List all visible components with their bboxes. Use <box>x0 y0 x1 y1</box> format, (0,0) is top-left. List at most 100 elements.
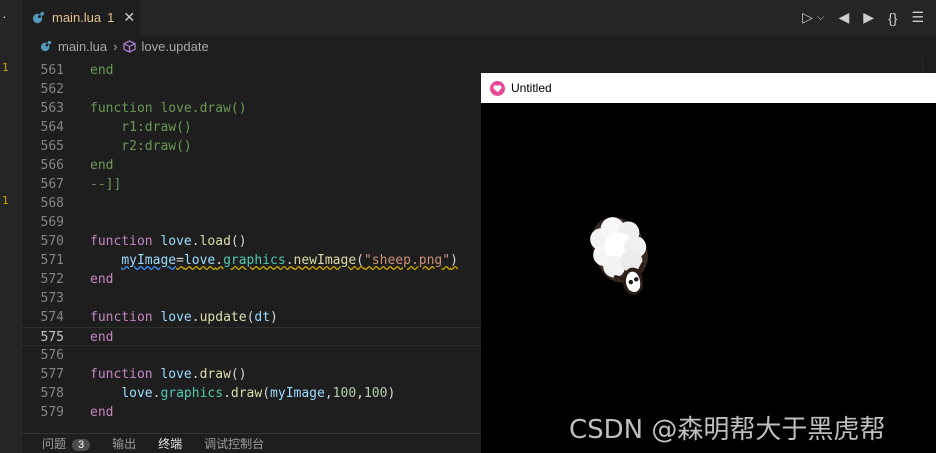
code-token: ) <box>387 386 396 401</box>
code-token: end <box>90 158 114 173</box>
code-text: end <box>90 270 113 289</box>
code-text: function love.update(dt) <box>90 308 278 327</box>
next-change-icon[interactable]: ▶ <box>863 9 874 26</box>
code-token: function <box>90 234 153 249</box>
panel-tab[interactable]: 终端 <box>158 435 182 452</box>
breadcrumb-file[interactable]: main.lua <box>58 39 107 54</box>
close-icon[interactable]: ✕ <box>123 9 135 26</box>
code-token: () <box>230 367 247 382</box>
csdn-watermark: CSDN @森明帮大于黑虎帮 <box>569 415 886 445</box>
code-token: end <box>90 330 114 345</box>
menu-dot[interactable]: · <box>2 8 7 24</box>
line-number: 567 <box>40 177 64 192</box>
love-window[interactable]: Untitled CSDN @森明帮大于黑虎帮 <box>481 73 936 453</box>
problem-marker[interactable]: 1 <box>2 61 9 74</box>
sheep-sprite <box>590 217 648 296</box>
code-token: load <box>199 234 231 249</box>
code-token: ( <box>356 253 364 268</box>
code-token: . <box>191 310 200 325</box>
line-number: 576 <box>40 348 64 363</box>
code-token: ( <box>262 386 271 401</box>
code-token: function <box>90 310 153 325</box>
line-number: 564 <box>40 120 64 135</box>
code-text: r1:draw() <box>90 118 192 137</box>
line-number: 568 <box>40 196 64 211</box>
code-token: newImage <box>293 253 357 268</box>
code-token: love <box>183 253 216 268</box>
code-token: ) <box>270 310 278 325</box>
line-number: 561 <box>40 63 64 78</box>
panel-tab[interactable]: 输出 <box>112 435 136 452</box>
tab-bar: main.lua 1 ✕ ▷ ⌵ ◀ ▶ {} ☰ <box>22 0 936 35</box>
code-token: graphics <box>223 253 286 268</box>
code-token: ) <box>450 253 458 268</box>
chevron-right-icon: › <box>113 38 118 54</box>
code-token: myImage <box>270 386 325 401</box>
panel-tab-label: 问题 <box>42 437 67 451</box>
line-number: 577 <box>40 367 64 382</box>
code-token: end <box>90 405 114 420</box>
code-token: love <box>121 386 153 401</box>
code-token: . <box>215 253 224 268</box>
tab-label: main.lua <box>52 10 102 25</box>
line-number: 578 <box>40 386 64 401</box>
problem-count-badge: 3 <box>72 439 91 451</box>
line-number: 579 <box>40 405 64 420</box>
panel-tab[interactable]: 调试控制台 <box>204 435 264 452</box>
code-token: update <box>199 310 247 325</box>
code-text: myImage=love.graphics.newImage("sheep.pn… <box>90 251 458 270</box>
code-token: = <box>176 253 184 268</box>
run-icon[interactable]: ▷ <box>802 9 813 26</box>
window-title: Untitled <box>511 81 552 95</box>
code-token: --]] <box>90 177 122 192</box>
love-heart-icon <box>490 80 505 96</box>
braces-icon[interactable]: {} <box>888 10 897 26</box>
code-text: end <box>90 156 113 175</box>
code-text: function love.draw() <box>90 99 247 118</box>
lua-file-icon <box>32 11 45 24</box>
tab-main-lua[interactable]: main.lua 1 ✕ <box>22 0 140 35</box>
panel-tab[interactable]: 问题 3 <box>42 435 91 452</box>
code-token: r1:draw() <box>90 120 192 135</box>
panel-tab-label: 终端 <box>158 437 183 451</box>
line-number: 563 <box>40 101 64 116</box>
lua-file-icon <box>40 40 52 52</box>
code-token: dt <box>254 310 271 325</box>
line-number: 562 <box>40 82 64 97</box>
problem-marker[interactable]: 1 <box>2 194 9 207</box>
line-number: 573 <box>40 291 64 306</box>
chevron-down-icon[interactable]: ⌵ <box>817 12 825 23</box>
game-canvas[interactable]: CSDN @森明帮大于黑虎帮 <box>481 103 936 453</box>
line-number: 574 <box>40 310 64 325</box>
activity-bar: · 1 1 <box>0 0 22 453</box>
previous-change-icon[interactable]: ◀ <box>839 9 850 26</box>
panel-tab-label: 调试控制台 <box>204 437 265 451</box>
code-text: end <box>90 403 113 422</box>
code-token: () <box>230 234 247 249</box>
breadcrumb: main.lua › love.update <box>22 35 936 57</box>
code-text: function love.draw() <box>90 365 247 384</box>
code-token: , <box>356 386 364 401</box>
code-token: draw <box>230 386 263 401</box>
love-titlebar[interactable]: Untitled <box>481 73 936 103</box>
code-token: , <box>324 386 333 401</box>
line-number: 571 <box>40 253 64 268</box>
code-token: end <box>90 63 114 78</box>
line-number: 570 <box>40 234 64 249</box>
code-token: "sheep.png" <box>363 253 451 268</box>
code-text: function love.load() <box>90 232 247 251</box>
code-token: end <box>90 272 114 287</box>
code-text: end <box>90 328 113 347</box>
editor-toolbar: ▷ ⌵ ◀ ▶ {} ☰ <box>802 0 924 35</box>
code-token: . <box>191 367 200 382</box>
code-token: . <box>285 253 294 268</box>
list-icon[interactable]: ☰ <box>911 9 924 26</box>
breadcrumb-symbol[interactable]: love.update <box>141 39 208 54</box>
code-token: 100 <box>363 386 388 401</box>
code-token: function love.draw() <box>90 101 247 116</box>
code-token: graphics <box>160 386 224 401</box>
panel-tab-label: 输出 <box>112 437 137 451</box>
code-token: love <box>160 234 192 249</box>
